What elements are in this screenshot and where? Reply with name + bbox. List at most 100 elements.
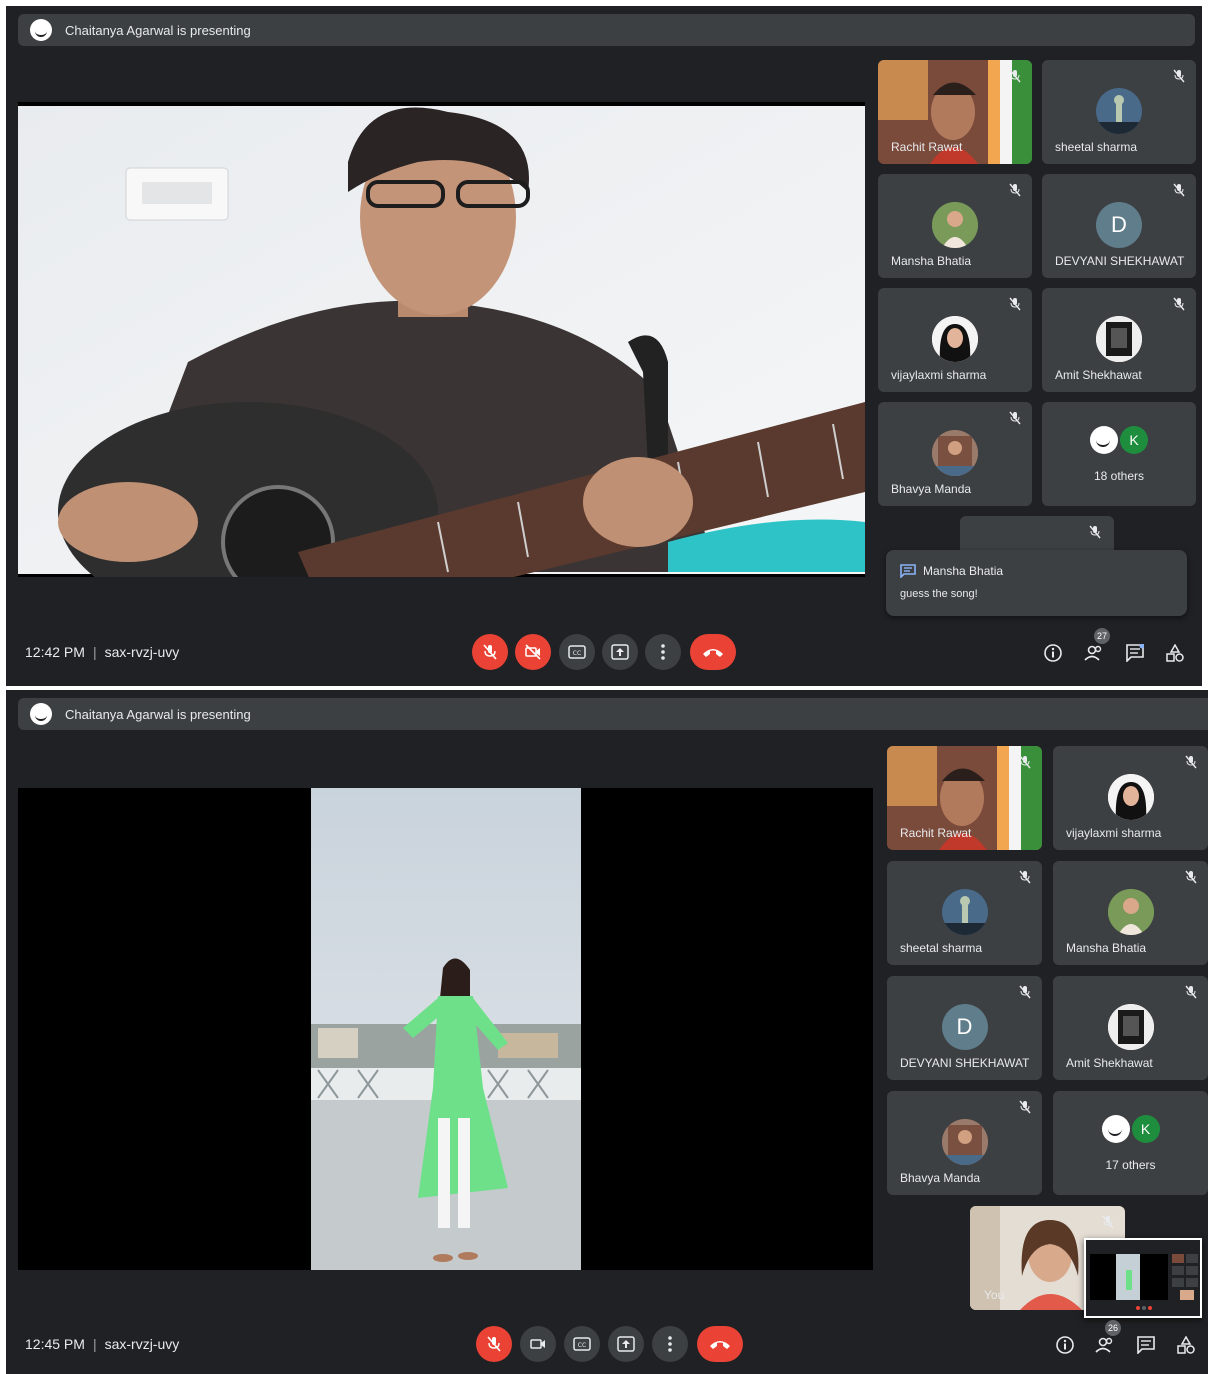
more-options-button[interactable] xyxy=(652,1326,688,1362)
presentation-stage[interactable] xyxy=(18,102,865,577)
presentation-stage[interactable] xyxy=(18,788,873,1270)
tile-bhavya-manda[interactable]: Bhavya Manda xyxy=(878,402,1032,506)
captions-button[interactable]: CC xyxy=(559,634,595,670)
mic-off-icon xyxy=(1172,183,1186,197)
camera-icon xyxy=(530,1339,545,1349)
tile-others[interactable]: K 17 others xyxy=(1053,1091,1208,1195)
people-icon xyxy=(1084,645,1102,661)
avatar-photo-icon xyxy=(1107,889,1154,935)
participant-name: sheetal sharma xyxy=(1055,140,1138,154)
meeting-details: 12:45 PM | sax-rvzj-uvy xyxy=(25,1336,179,1352)
tile-sheetal-sharma[interactable]: sheetal sharma xyxy=(1042,60,1196,164)
avatar-photo-icon xyxy=(941,1119,988,1165)
participant-name: Mansha Bhatia xyxy=(891,254,972,268)
avatar-photo-icon xyxy=(932,316,978,362)
others-count: 17 others xyxy=(1105,1158,1156,1172)
preview-image xyxy=(1086,1240,1200,1316)
captions-icon: CC xyxy=(568,645,586,659)
divider: | xyxy=(92,1336,97,1352)
camera-toggle-button[interactable] xyxy=(515,634,551,670)
avatar-statue-icon xyxy=(1096,88,1142,134)
presenting-text: Chaitanya Agarwal is presenting xyxy=(65,22,251,38)
presenting-text: Chaitanya Agarwal is presenting xyxy=(65,706,251,722)
tile-vijaylaxmi-sharma[interactable]: vijaylaxmi sharma xyxy=(1053,746,1208,850)
mic-toggle-button[interactable] xyxy=(472,634,508,670)
present-icon xyxy=(617,1336,635,1352)
smiley-avatar-icon xyxy=(1090,426,1118,454)
present-now-button[interactable] xyxy=(602,634,638,670)
chat-notification[interactable]: Mansha Bhatia guess the song! xyxy=(886,550,1187,616)
chat-button[interactable] xyxy=(1124,642,1146,664)
tile-sheetal-sharma[interactable]: sheetal sharma xyxy=(887,861,1042,965)
tile-vijaylaxmi-sharma[interactable]: vijaylaxmi sharma xyxy=(878,288,1032,392)
meet-screen-1: Chaitanya Agarwal is presenting Rachit R… xyxy=(6,6,1202,686)
meeting-details-button[interactable] xyxy=(1042,642,1064,664)
mic-toggle-button[interactable] xyxy=(476,1326,512,1362)
participant-name: Amit Shekhawat xyxy=(1055,368,1142,382)
participant-name: Bhavya Manda xyxy=(891,482,972,496)
mic-off-icon xyxy=(1172,69,1186,83)
smiley-avatar-icon xyxy=(1101,1115,1130,1143)
mic-off-icon xyxy=(1184,755,1198,769)
leave-call-button[interactable] xyxy=(690,634,736,670)
svg-text:CC: CC xyxy=(578,1342,586,1349)
participant-name: Rachit Rawat xyxy=(900,826,972,840)
leave-call-button[interactable] xyxy=(697,1326,743,1362)
meeting-details-button[interactable] xyxy=(1054,1334,1076,1356)
mic-off-icon xyxy=(487,1336,501,1352)
chat-icon xyxy=(1126,644,1144,662)
initial-avatar: D xyxy=(941,1004,988,1050)
tile-mansha-bhatia[interactable]: Mansha Bhatia xyxy=(878,174,1032,278)
activities-button[interactable] xyxy=(1164,642,1186,664)
end-call-icon xyxy=(710,1341,730,1349)
participant-name: Amit Shekhawat xyxy=(1066,1056,1153,1070)
mic-off-icon xyxy=(1008,411,1022,425)
camera-toggle-button[interactable] xyxy=(520,1326,556,1362)
others-count: 18 others xyxy=(1093,469,1145,483)
presenting-banner: Chaitanya Agarwal is presenting xyxy=(18,14,1195,46)
people-button[interactable] xyxy=(1094,1334,1116,1356)
clock-time: 12:42 PM xyxy=(25,644,85,660)
more-options-button[interactable] xyxy=(645,634,681,670)
avatar-photo-icon xyxy=(1107,774,1154,820)
mic-off-icon xyxy=(1008,69,1022,83)
avatar-photo-icon xyxy=(1096,316,1142,362)
people-button[interactable] xyxy=(1083,642,1105,664)
tile-bhavya-manda[interactable]: Bhavya Manda xyxy=(887,1091,1042,1195)
meet-screen-2: Chaitanya Agarwal is presenting Rachit R… xyxy=(6,690,1208,1374)
tile-rachit-rawat[interactable]: Rachit Rawat xyxy=(878,60,1032,164)
tile-others[interactable]: K 18 others xyxy=(1042,402,1196,506)
more-vert-icon xyxy=(668,1336,672,1352)
people-count-badge: 27 xyxy=(1094,628,1110,644)
mic-off-icon xyxy=(1101,1215,1115,1229)
tile-amit-shekhawat[interactable]: Amit Shekhawat xyxy=(1053,976,1208,1080)
info-icon xyxy=(1056,1336,1074,1354)
captions-icon: CC xyxy=(573,1337,591,1351)
tile-mansha-bhatia[interactable]: Mansha Bhatia xyxy=(1053,861,1208,965)
mic-off-icon xyxy=(1018,870,1032,884)
participant-name: Bhavya Manda xyxy=(900,1171,981,1185)
activities-button[interactable] xyxy=(1175,1334,1197,1356)
present-icon xyxy=(611,644,629,660)
participant-name: vijaylaxmi sharma xyxy=(891,368,987,382)
tile-devyani-shekhawat[interactable]: D DEVYANI SHEKHAWAT xyxy=(887,976,1042,1080)
captions-button[interactable]: CC xyxy=(564,1326,600,1362)
tile-amit-shekhawat[interactable]: Amit Shekhawat xyxy=(1042,288,1196,392)
meeting-code: sax-rvzj-uvy xyxy=(104,1336,180,1352)
mic-off-icon xyxy=(1018,755,1032,769)
presentation-preview-thumbnail[interactable] xyxy=(1084,1238,1202,1318)
avatar-photo-icon xyxy=(932,430,978,476)
tile-devyani-shekhawat[interactable]: D DEVYANI SHEKHAWAT xyxy=(1042,174,1196,278)
self-label: You xyxy=(984,1288,1005,1302)
people-count-badge: 26 xyxy=(1105,1320,1121,1336)
tile-rachit-rawat[interactable]: Rachit Rawat xyxy=(887,746,1042,850)
divider: | xyxy=(92,644,97,660)
info-icon xyxy=(1044,644,1062,662)
present-now-button[interactable] xyxy=(608,1326,644,1362)
participant-name: sheetal sharma xyxy=(900,941,983,955)
chat-button[interactable] xyxy=(1135,1334,1157,1356)
chat-icon xyxy=(900,564,916,583)
svg-text:CC: CC xyxy=(573,650,581,657)
participant-name: Mansha Bhatia xyxy=(1066,941,1147,955)
mic-off-icon xyxy=(483,644,497,660)
